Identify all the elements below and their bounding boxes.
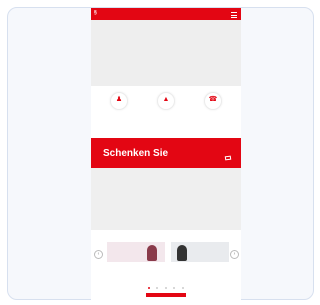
teaser-image bbox=[171, 242, 229, 262]
carousel-dot[interactable] bbox=[148, 287, 150, 289]
teaser-card[interactable] bbox=[107, 242, 165, 280]
promo-image bbox=[91, 168, 241, 230]
chevron-left-icon[interactable]: ‹ bbox=[94, 250, 103, 259]
teaser-image bbox=[107, 242, 165, 262]
carousel-dots bbox=[148, 287, 186, 289]
logo[interactable]: § bbox=[94, 10, 97, 16]
person-icon: ♟ bbox=[115, 96, 123, 103]
chevron-right-icon[interactable]: › bbox=[230, 250, 239, 259]
promo-badge bbox=[224, 155, 232, 161]
quicklink-circle: ☎ bbox=[204, 92, 222, 110]
quicklink-3[interactable]: ☎ bbox=[195, 92, 231, 113]
quicklink-circle: ♟ bbox=[110, 92, 128, 110]
hamburger-icon[interactable] bbox=[231, 12, 237, 18]
person-photo bbox=[147, 245, 157, 261]
hero-image bbox=[91, 20, 241, 86]
quicklink-1[interactable]: ♟ bbox=[101, 92, 137, 113]
phone-icon: ☎ bbox=[208, 96, 218, 103]
teaser-carousel bbox=[91, 230, 241, 300]
carousel-dot[interactable] bbox=[173, 287, 176, 289]
promo-title: Schenken Sie bbox=[103, 148, 169, 159]
warning-icon: ▲ bbox=[162, 96, 170, 103]
quicklinks: ♟ ▲ ☎ bbox=[91, 86, 241, 138]
cta-button[interactable] bbox=[146, 293, 186, 297]
quicklink-2[interactable]: ▲ bbox=[148, 92, 184, 113]
mobile-page: § ♟ ▲ ☎ Schenken Sie bbox=[91, 8, 241, 300]
quicklink-circle: ▲ bbox=[157, 92, 175, 110]
person-photo bbox=[177, 245, 187, 261]
teaser-card[interactable] bbox=[171, 242, 229, 280]
header-bar: § bbox=[91, 8, 241, 20]
promo-banner[interactable]: Schenken Sie bbox=[91, 138, 241, 168]
carousel-dot[interactable] bbox=[156, 287, 159, 289]
carousel-dot[interactable] bbox=[181, 287, 184, 289]
carousel-dot[interactable] bbox=[164, 287, 167, 289]
